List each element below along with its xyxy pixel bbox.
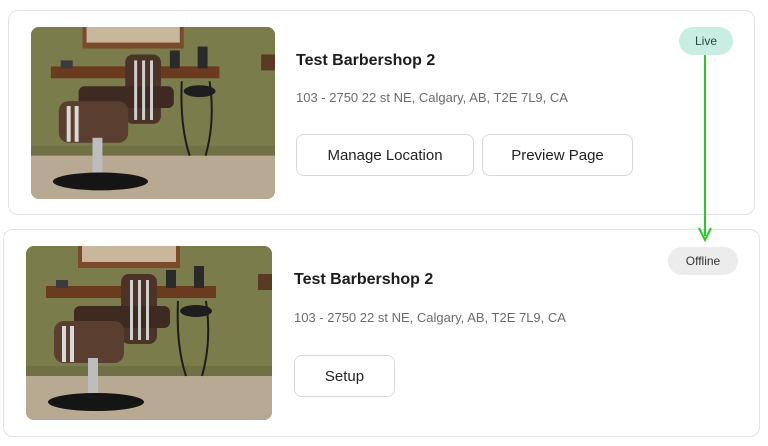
location-photo: [31, 27, 275, 199]
location-card-offline: Test Barbershop 2 103 - 2750 22 st NE, C…: [3, 229, 760, 437]
location-photo: [26, 246, 272, 420]
location-card-live: Test Barbershop 2 103 - 2750 22 st NE, C…: [8, 10, 755, 215]
status-badge-offline: Offline: [668, 247, 738, 275]
preview-page-button[interactable]: Preview Page: [482, 134, 633, 176]
manage-location-button[interactable]: Manage Location: [296, 134, 474, 176]
location-name: Test Barbershop 2: [296, 52, 436, 69]
status-badge-live: Live: [679, 27, 733, 55]
setup-button[interactable]: Setup: [294, 355, 395, 397]
location-name: Test Barbershop 2: [294, 271, 434, 288]
location-address: 103 - 2750 22 st NE, Calgary, AB, T2E 7L…: [294, 310, 566, 325]
location-address: 103 - 2750 22 st NE, Calgary, AB, T2E 7L…: [296, 90, 568, 105]
